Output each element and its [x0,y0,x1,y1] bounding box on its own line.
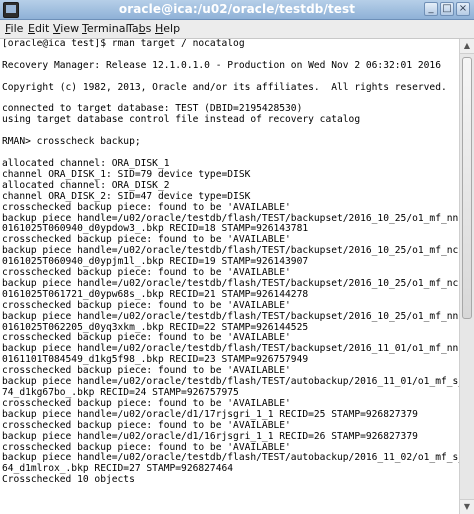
terminal-line: backup piece handle=/u02/oracle/testdb/f… [2,245,460,257]
menu-edit-label: Edit [28,22,50,35]
title-bar[interactable]: oracle@ica:/u02/oracle/testdb/test _ □ × [0,0,474,20]
terminal-line: crosschecked backup piece: found to be '… [2,267,291,279]
maximize-button[interactable]: □ [440,2,454,16]
terminal-output[interactable]: [oracle@ica test]$ rman target / nocatal… [0,39,460,514]
terminal-line: crosschecked backup piece: found to be '… [2,332,291,344]
menu-view[interactable]: View [53,22,79,35]
terminal-line: connected to target database: TEST (DBID… [2,103,303,115]
menu-file[interactable]: File [5,22,23,35]
terminal-line: crosschecked backup piece: found to be '… [2,299,291,311]
minimize-button[interactable]: _ [424,2,438,16]
terminal-line: backup piece handle=/u02/oracle/testdb/f… [2,277,460,289]
window-title: oracle@ica:/u02/oracle/testdb/test [118,2,356,16]
terminal-line: crosschecked backup piece: found to be '… [2,441,291,453]
terminal-line: crosschecked backup piece: found to be '… [2,419,291,431]
scroll-down-arrow-icon[interactable]: ▼ [460,499,474,514]
terminal-line: crosschecked backup piece: found to be '… [2,234,291,246]
vertical-scrollbar[interactable]: ▲ ▼ [459,39,474,514]
terminal-line: 0161101T084549_d1kg5f98_.bkp RECID=23 ST… [2,354,309,366]
terminal-line: 0161025T062205_d0yq3xkm_.bkp RECID=22 ST… [2,321,309,333]
terminal-line: RMAN> crosscheck backup; [2,136,141,148]
terminal-line: backup piece handle=/u02/oracle/testdb/f… [2,376,460,388]
terminal-line: backup piece handle=/u02/oracle/testdb/f… [2,452,460,464]
terminal-line: backup piece handle=/u02/oracle/testdb/f… [2,212,460,224]
menu-terminal[interactable]: Terminal [82,22,129,35]
menu-bar: File Edit View Terminal Tabs Help [0,20,474,39]
menu-tabs[interactable]: Tabs [127,22,151,35]
terminal-line: using target database control file inste… [2,114,361,126]
close-button[interactable]: × [456,2,470,16]
terminal-line: Copyright (c) 1982, 2013, Oracle and/or … [2,81,447,93]
terminal-line: Crosschecked 10 objects [2,474,135,486]
terminal-line: [oracle@ica test]$ rman target / nocatal… [2,39,245,49]
menu-help-label: Help [155,22,181,35]
menu-view-label: View [53,22,80,35]
scroll-up-arrow-icon[interactable]: ▲ [460,39,474,54]
menu-tabs-label: Tabs [127,22,152,35]
terminal-line: crosschecked backup piece: found to be '… [2,397,291,409]
terminal-line: 74_d1kg67bo_.bkp RECID=24 STAMP=92675797… [2,387,239,398]
terminal-line: 64_d1mlrox_.bkp RECID=27 STAMP=926827464 [2,463,234,475]
menu-edit[interactable]: Edit [28,22,49,35]
menu-terminal-label: Terminal [82,22,129,35]
menu-help[interactable]: Help [155,22,180,35]
terminal-line: 0161025T060940_d0ypdow3_.bkp RECID=18 ST… [2,223,309,235]
terminal-line: 0161025T060940_d0ypjm1l_.bkp RECID=19 ST… [2,256,309,268]
terminal-window: oracle@ica:/u02/oracle/testdb/test _ □ ×… [0,0,474,514]
menu-file-label: File [5,22,24,35]
terminal-line: channel ORA_DISK_1: SID=79 device type=D… [2,168,251,180]
terminal-line: 0161025T061721_d0ypw68s_.bkp RECID=21 ST… [2,288,309,300]
terminal-line: backup piece handle=/u02/oracle/testdb/f… [2,343,460,355]
terminal-line: backup piece handle=/u02/oracle/d1/17rjs… [2,408,418,420]
terminal-content[interactable]: [oracle@ica test]$ rman target / nocatal… [0,39,460,514]
terminal-line: Recovery Manager: Release 12.1.0.1.0 - P… [2,59,441,71]
terminal-line: crosschecked backup piece: found to be '… [2,365,291,377]
terminal-line: channel ORA_DISK_2: SID=47 device type=D… [2,190,251,202]
terminal-line: backup piece handle=/u02/oracle/d1/16rjs… [2,430,418,442]
terminal-line: allocated channel: ORA_DISK_2 [2,179,170,191]
terminal-line: backup piece handle=/u02/oracle/testdb/f… [2,310,460,322]
terminal-line: crosschecked backup piece: found to be '… [2,201,291,213]
scrollbar-thumb[interactable] [462,57,472,319]
terminal-line: allocated channel: ORA_DISK_1 [2,157,170,169]
